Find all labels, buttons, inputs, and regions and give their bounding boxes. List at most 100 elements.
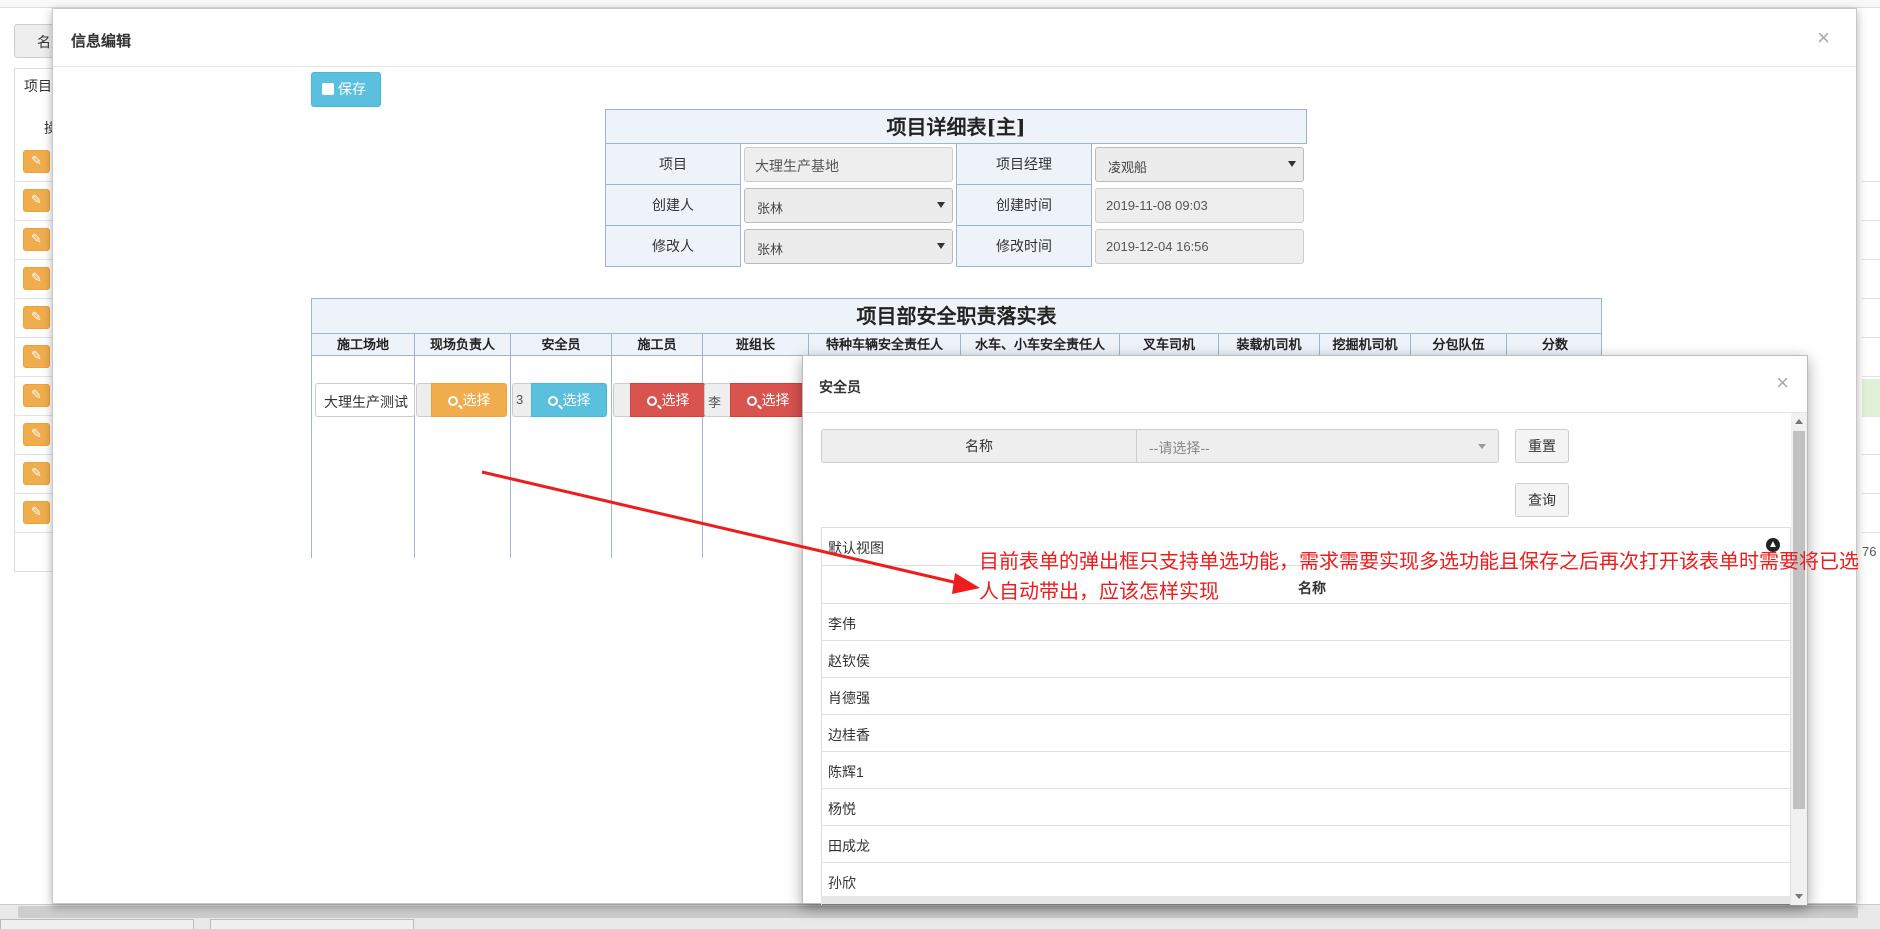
bottom-tab[interactable] bbox=[0, 919, 194, 929]
list-item[interactable]: 李伟 bbox=[822, 604, 1790, 641]
detail-label: 创建时间 bbox=[957, 185, 1092, 226]
edit-icon[interactable]: ✎ bbox=[23, 267, 50, 290]
select-button-label: 选择 bbox=[661, 392, 690, 408]
edit-icon[interactable]: ✎ bbox=[23, 384, 50, 407]
safety-officer-picker-modal: 安全员 × 名称 --请选择-- 重置 查询 默认视图 ▲ 名称 李伟 赵钦侯 肖德… bbox=[802, 355, 1808, 905]
detail-label: 修改时间 bbox=[957, 226, 1092, 267]
scroll-up-icon[interactable] bbox=[1795, 419, 1803, 424]
detail-table-title: 项目详细表[主] bbox=[606, 110, 1306, 144]
scrollbar-thumb[interactable] bbox=[1793, 431, 1805, 809]
list-item[interactable]: 边桂香 bbox=[822, 715, 1790, 752]
modifier-select[interactable]: 张林 bbox=[744, 229, 953, 264]
list-item[interactable]: 肖德强 bbox=[822, 678, 1790, 715]
create-time-field[interactable]: 2019-11-08 09:03 bbox=[1095, 188, 1304, 223]
background-table-header: 项目 bbox=[24, 78, 52, 94]
edit-icon[interactable]: ✎ bbox=[23, 189, 50, 212]
modifier-cell: 张林 bbox=[741, 226, 957, 267]
floppy-disk-icon bbox=[322, 83, 334, 95]
row-divider bbox=[1862, 493, 1880, 494]
name-filter-label: 名称 bbox=[821, 429, 1137, 463]
row-divider bbox=[14, 532, 54, 533]
close-icon[interactable]: × bbox=[1776, 370, 1789, 396]
column-header: 分包队伍 bbox=[1411, 334, 1507, 356]
select-button-label: 选择 bbox=[462, 392, 491, 408]
list-item[interactable]: 孙欣 bbox=[822, 863, 1790, 900]
edit-icon[interactable]: ✎ bbox=[23, 306, 50, 329]
select-button[interactable]: 选择 bbox=[730, 383, 806, 417]
project-manager-select[interactable]: 凌观船 bbox=[1095, 147, 1304, 182]
horizontal-scrollbar-thumb[interactable] bbox=[18, 906, 1858, 918]
row-divider bbox=[14, 220, 54, 221]
edit-icon[interactable]: ✎ bbox=[23, 423, 50, 446]
builder-value[interactable] bbox=[613, 383, 630, 417]
detail-label: 修改人 bbox=[606, 226, 741, 267]
modify-time-cell: 2019-12-04 16:56 bbox=[1092, 226, 1307, 267]
row-divider bbox=[14, 454, 54, 455]
creator-select[interactable]: 张林 bbox=[744, 188, 953, 223]
name-filter-select[interactable]: --请选择-- bbox=[1137, 429, 1499, 463]
edit-icon[interactable]: ✎ bbox=[23, 501, 50, 524]
row-divider bbox=[1862, 376, 1880, 377]
column-header: 分数 bbox=[1507, 334, 1603, 356]
chevron-down-icon bbox=[937, 243, 945, 249]
save-button[interactable]: 保存 bbox=[311, 72, 381, 107]
project-detail-table: 项目详细表[主] 项目 大理生产基地 项目经理 凌观船 创建人 张林 创建时间 … bbox=[605, 109, 1307, 267]
modify-time-field[interactable]: 2019-12-04 16:56 bbox=[1095, 229, 1304, 264]
site-manager-value[interactable] bbox=[416, 383, 431, 417]
modal-header: 信息编辑 × bbox=[53, 9, 1856, 67]
safety-officer-value[interactable]: 3 bbox=[512, 383, 531, 417]
list-item[interactable]: 陈辉1 bbox=[822, 752, 1790, 789]
edit-icon[interactable]: ✎ bbox=[23, 462, 50, 485]
creator-cell: 张林 bbox=[741, 185, 957, 226]
select-button-label: 选择 bbox=[562, 392, 591, 408]
default-view-label[interactable]: 默认视图 bbox=[828, 540, 884, 556]
close-icon[interactable]: × bbox=[1817, 25, 1830, 51]
row-divider bbox=[1862, 181, 1880, 182]
list-item[interactable]: 赵钦侯 bbox=[822, 641, 1790, 678]
select-button[interactable]: 选择 bbox=[531, 383, 607, 417]
detail-row: 修改人 张林 修改时间 2019-12-04 16:56 bbox=[606, 226, 1307, 267]
column-header: 挖掘机司机 bbox=[1320, 334, 1411, 356]
row-divider bbox=[14, 376, 54, 377]
team-leader-value[interactable]: 李 bbox=[704, 383, 730, 417]
row-divider bbox=[14, 181, 54, 182]
bottom-tab[interactable] bbox=[210, 919, 414, 929]
row-divider bbox=[14, 337, 54, 338]
column-header: 叉车司机 bbox=[1120, 334, 1219, 356]
create-time-cell: 2019-11-08 09:03 bbox=[1092, 185, 1307, 226]
reset-button[interactable]: 重置 bbox=[1515, 429, 1569, 463]
column-header: 水车、小车安全责任人 bbox=[961, 334, 1120, 356]
select-button[interactable]: 选择 bbox=[431, 383, 507, 417]
select-button[interactable]: 选择 bbox=[630, 383, 706, 417]
modifier-value: 张林 bbox=[757, 242, 784, 257]
column-header: 现场负责人 bbox=[415, 334, 511, 356]
annotation-text: 目前表单的弹出框只支持单选功能，需求需要实现多选功能且保存之后再次打开该表单时需… bbox=[979, 549, 1859, 603]
edit-icon[interactable]: ✎ bbox=[23, 345, 50, 368]
search-icon bbox=[646, 396, 657, 406]
edit-icon[interactable]: ✎ bbox=[23, 150, 50, 173]
construction-site-field[interactable]: 大理生产测试 bbox=[315, 383, 415, 417]
creator-value: 张林 bbox=[757, 201, 784, 216]
project-field-cell: 大理生产基地 bbox=[741, 144, 957, 185]
scroll-down-icon[interactable] bbox=[1795, 894, 1803, 899]
list-item[interactable]: 杨悦 bbox=[822, 789, 1790, 826]
edit-icon[interactable]: ✎ bbox=[23, 228, 50, 251]
selected-row-highlight bbox=[1862, 379, 1880, 417]
column-header: 施工场地 bbox=[312, 334, 415, 356]
detail-label: 项目经理 bbox=[957, 144, 1092, 185]
save-button-label: 保存 bbox=[338, 81, 366, 97]
query-button[interactable]: 查询 bbox=[1515, 483, 1569, 517]
row-divider bbox=[1862, 259, 1880, 260]
picker-modal-title: 安全员 bbox=[819, 379, 861, 395]
row-divider bbox=[14, 298, 54, 299]
row-divider bbox=[1862, 298, 1880, 299]
column-header: 安全员 bbox=[511, 334, 612, 356]
grid-horizontal-scrollbar[interactable] bbox=[821, 896, 1791, 904]
responsibility-table-title: 项目部安全职责落实表 bbox=[312, 299, 1601, 334]
chevron-down-icon bbox=[1478, 444, 1486, 449]
select-button-label: 选择 bbox=[761, 392, 790, 408]
project-field[interactable]: 大理生产基地 bbox=[744, 147, 953, 182]
row-divider bbox=[1862, 220, 1880, 221]
list-item[interactable]: 田成龙 bbox=[822, 826, 1790, 863]
picker-vertical-scrollbar[interactable] bbox=[1791, 413, 1807, 905]
